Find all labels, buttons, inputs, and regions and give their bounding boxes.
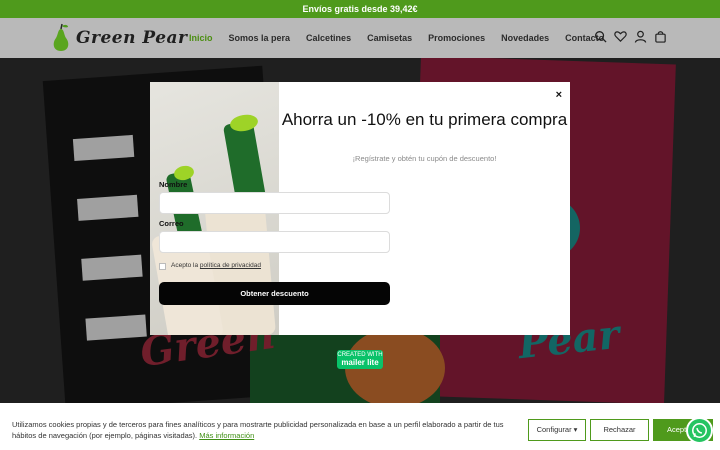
reject-cookies-button[interactable]: Rechazar: [590, 419, 649, 441]
pear-logo-icon: [53, 23, 69, 51]
mailerlite-badge[interactable]: CREATED WITH mailer lite: [337, 350, 383, 369]
nav-item-novedades[interactable]: Novedades: [501, 33, 549, 43]
nav-item-calcetines[interactable]: Calcetines: [306, 33, 351, 43]
privacy-consent-text: Acepto la política de privacidad: [171, 262, 261, 269]
user-icon[interactable]: [634, 30, 647, 43]
search-icon[interactable]: [594, 30, 607, 43]
privacy-checkbox[interactable]: [159, 263, 166, 270]
nav-item-camisetas[interactable]: Camisetas: [367, 33, 412, 43]
heart-icon[interactable]: [614, 30, 627, 43]
mailerlite-badge-big: mailer lite: [341, 358, 379, 367]
main-nav: Inicio Somos la pera Calcetines Camiseta…: [189, 18, 620, 58]
email-label: Correo: [159, 219, 184, 228]
consent-prefix: Acepto la: [171, 262, 199, 269]
configure-cookies-button[interactable]: Configurar ▾: [528, 419, 586, 441]
close-icon[interactable]: ×: [556, 89, 562, 101]
get-discount-button[interactable]: Obtener descuento: [159, 282, 390, 305]
whatsapp-button[interactable]: [686, 417, 713, 444]
nav-item-somos-la-pera[interactable]: Somos la pera: [229, 33, 291, 43]
cookie-notice: Utilizamos cookies propias y de terceros…: [12, 419, 522, 441]
cookie-banner: Utilizamos cookies propias y de terceros…: [0, 403, 720, 450]
nav-item-inicio[interactable]: Inicio: [189, 33, 213, 43]
shipping-banner: Envíos gratis desde 39,42€: [0, 0, 720, 18]
header-icons: [594, 30, 667, 43]
logo-text: Green Pear: [76, 28, 188, 48]
site-header: Green Pear Inicio Somos la pera Calcetin…: [0, 18, 720, 58]
site-logo[interactable]: Green Pear: [50, 22, 188, 54]
popup-subtitle: ¡Regístrate y obtén tu cupón de descuent…: [352, 154, 497, 163]
popup-title: Ahorra un -10% en tu primera compra: [281, 110, 568, 129]
email-field[interactable]: [159, 231, 390, 253]
nav-item-promociones[interactable]: Promociones: [428, 33, 485, 43]
privacy-policy-link[interactable]: política de privacidad: [200, 262, 261, 269]
name-label: Nombre: [159, 180, 188, 189]
cookie-more-info-link[interactable]: Más información: [199, 431, 254, 440]
whatsapp-icon: [692, 423, 707, 438]
name-field[interactable]: [159, 192, 390, 214]
cookie-notice-text: Utilizamos cookies propias y de terceros…: [12, 420, 504, 440]
cart-icon[interactable]: [654, 30, 667, 43]
